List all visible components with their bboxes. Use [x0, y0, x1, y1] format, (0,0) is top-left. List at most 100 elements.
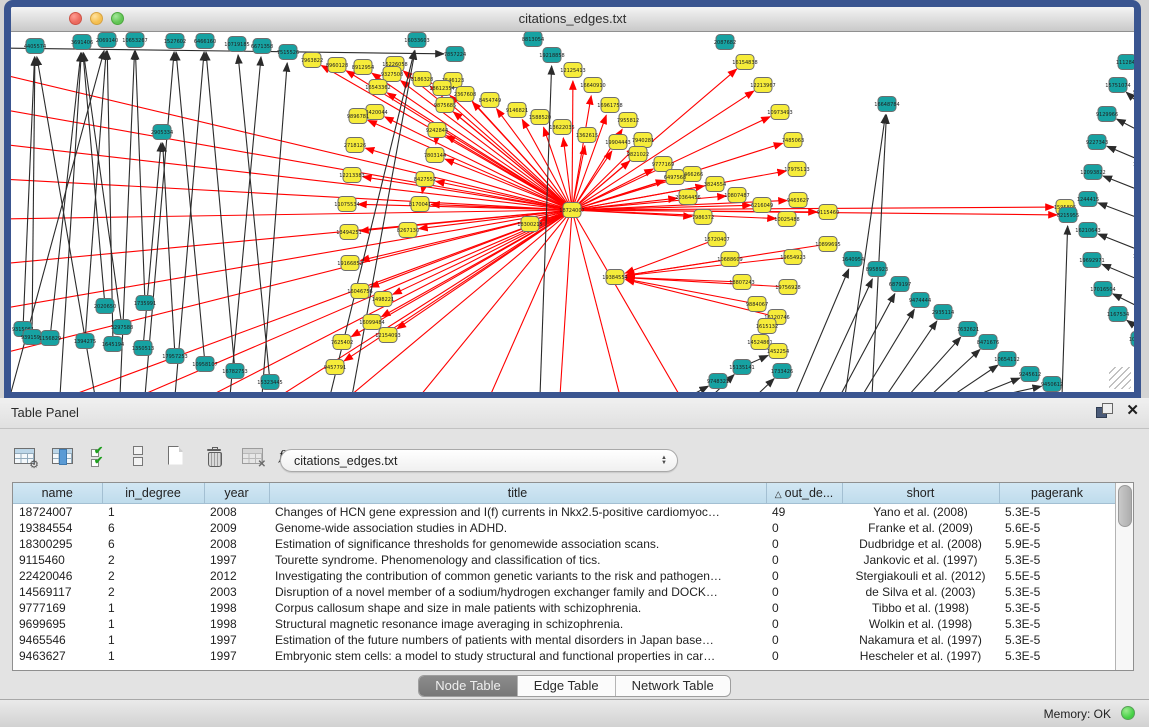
network-edge[interactable]	[1107, 146, 1134, 164]
network-edge[interactable]	[206, 52, 235, 371]
network-node[interactable]: 1588520	[529, 110, 551, 125]
network-node[interactable]: 2087682	[714, 35, 736, 50]
network-node[interactable]: 12213383	[339, 168, 364, 183]
network-node[interactable]: 17975113	[784, 162, 809, 177]
table-cell[interactable]: de Silva et al. (2003)	[842, 584, 999, 600]
table-cell[interactable]: Dudbridge et al. (2008)	[842, 536, 999, 552]
network-node[interactable]: 9242844	[426, 123, 448, 138]
network-node[interactable]: 8215955	[1057, 208, 1079, 223]
network-node[interactable]: 9146821	[506, 103, 528, 118]
network-node[interactable]: 6497568	[664, 170, 686, 185]
network-node[interactable]: 12125413	[560, 63, 585, 78]
network-node[interactable]: 18807243	[729, 275, 754, 290]
network-node[interactable]: 2020650	[94, 299, 116, 314]
network-node[interactable]: 7485063	[782, 133, 804, 148]
network-node[interactable]: 8454749	[479, 93, 501, 108]
network-edge[interactable]	[930, 349, 980, 392]
column-header-out_de[interactable]: △out_de...	[766, 483, 842, 504]
table-cell[interactable]: Franke et al. (2009)	[842, 520, 999, 536]
table-cell[interactable]: 2	[102, 584, 204, 600]
network-node[interactable]: 6671358	[251, 39, 273, 54]
network-node[interactable]: 7986372	[692, 210, 714, 225]
table-cell[interactable]: Tourette syndrome. Phenomenology and cla…	[269, 552, 766, 568]
table-cell[interactable]: 0	[766, 632, 842, 648]
network-edge[interactable]	[1117, 119, 1134, 136]
network-node[interactable]: 9821022	[627, 147, 649, 162]
network-node[interactable]: 16033603	[404, 33, 429, 48]
network-node[interactable]: 10654112	[994, 352, 1019, 367]
network-edge[interactable]	[175, 52, 204, 392]
network-node[interactable]: 9875685	[434, 98, 456, 113]
column-header-in_degree[interactable]: in_degree	[102, 483, 204, 504]
network-node[interactable]: 9474444	[909, 293, 931, 308]
network-node[interactable]: 7955812	[617, 113, 639, 128]
network-node[interactable]: 1654339	[1133, 157, 1134, 172]
network-node[interactable]: 1615132	[756, 319, 778, 334]
network-node[interactable]: 18300215	[517, 217, 542, 232]
network-edge[interactable]	[230, 57, 261, 392]
network-edge[interactable]	[1098, 234, 1134, 254]
network-node[interactable]: 1645194	[102, 337, 124, 352]
network-node[interactable]: 8267130	[397, 223, 419, 238]
tab-edge-table[interactable]: Edge Table	[517, 676, 615, 696]
table-scrollbar[interactable]	[1115, 483, 1133, 670]
table-row[interactable]: 1938455462009Genome-wide association stu…	[13, 520, 1115, 536]
table-cell[interactable]: 1	[102, 632, 204, 648]
table-cell[interactable]: 2009	[204, 520, 269, 536]
network-node[interactable]: 6879197	[889, 277, 911, 292]
network-edge[interactable]	[908, 337, 961, 392]
table-cell[interactable]: Corpus callosum shape and size in male p…	[269, 600, 766, 616]
show-columns-icon[interactable]	[46, 441, 78, 471]
network-node[interactable]: 1362615	[576, 128, 598, 143]
table-cell[interactable]: Genome-wide association studies in ADHD.	[269, 520, 766, 536]
network-node[interactable]: 1156829	[39, 331, 61, 346]
network-node[interactable]: 1394275	[74, 334, 96, 349]
table-cell[interactable]: 6	[102, 536, 204, 552]
network-node[interactable]: 9245612	[1019, 367, 1041, 382]
network-edge[interactable]	[385, 117, 572, 210]
table-cell[interactable]: 2	[102, 552, 204, 568]
network-node[interactable]: 12213967	[750, 78, 775, 93]
table-cell[interactable]: 1997	[204, 552, 269, 568]
network-node[interactable]: 8427552	[414, 172, 436, 187]
network-node[interactable]: 12154093	[375, 328, 400, 343]
table-cell[interactable]: Yano et al. (2008)	[842, 504, 999, 521]
network-node[interactable]: 9463627	[787, 193, 809, 208]
table-cell[interactable]: 1	[102, 616, 204, 632]
network-node[interactable]: 1244415	[1077, 192, 1099, 207]
network-node[interactable]: 16099484	[359, 315, 384, 330]
table-cell[interactable]: Wolkin et al. (1998)	[842, 616, 999, 632]
network-node[interactable]: 16210643	[1075, 223, 1100, 238]
table-cell[interactable]: 19384554	[13, 520, 102, 536]
network-edge[interactable]	[163, 143, 175, 356]
network-node[interactable]: 7963822	[301, 53, 323, 68]
table-cell[interactable]: 0	[766, 600, 842, 616]
network-node[interactable]: 11075534	[334, 197, 359, 212]
table-scrollbar-thumb[interactable]	[1118, 485, 1132, 527]
table-cell[interactable]: Disruption of a novel member of a sodium…	[269, 584, 766, 600]
table-cell[interactable]: 14569117	[13, 584, 102, 600]
network-node[interactable]: 9896781	[347, 109, 369, 124]
network-node[interactable]: 1527602	[164, 34, 186, 49]
network-node[interactable]: 3691406	[71, 35, 93, 50]
network-node[interactable]: 16543362	[365, 80, 390, 95]
network-node[interactable]: 13494251	[336, 225, 361, 240]
network-node[interactable]: 1350513	[132, 341, 154, 356]
network-node[interactable]: 7632621	[957, 322, 979, 337]
table-row[interactable]: 1872400712008Changes of HCN gene express…	[13, 504, 1115, 521]
tab-node-table[interactable]: Node Table	[419, 676, 517, 696]
table-cell[interactable]: 0	[766, 552, 842, 568]
network-node[interactable]: 17016504	[1090, 282, 1115, 297]
network-node[interactable]: 1735991	[134, 296, 156, 311]
network-node[interactable]: 10653267	[122, 33, 147, 48]
network-node[interactable]: 19756928	[775, 280, 800, 295]
table-cell[interactable]: Tibbo et al. (1998)	[842, 600, 999, 616]
network-node[interactable]: 19166852	[337, 256, 362, 271]
network-node[interactable]: 18612354	[429, 81, 454, 96]
table-cell[interactable]: Changes of HCN gene expression and I(f) …	[269, 504, 766, 521]
table-cell[interactable]: Hescheler et al. (1997)	[842, 648, 999, 664]
network-edge[interactable]	[368, 120, 572, 210]
network-node[interactable]: 1733426	[771, 364, 793, 379]
network-edge[interactable]	[690, 386, 708, 392]
window-resize-grip[interactable]	[1109, 367, 1131, 389]
